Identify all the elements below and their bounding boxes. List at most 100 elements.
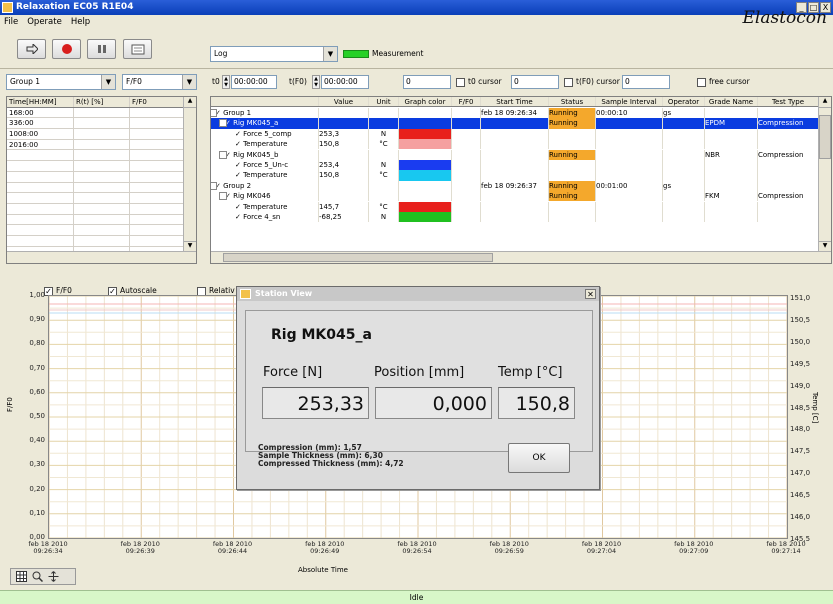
chevron-down-icon[interactable]: ▼ <box>323 47 337 61</box>
t0-cursor-input[interactable]: 0 <box>511 75 559 89</box>
tree-row[interactable]: ✓ Temperature 150,8 °C <box>211 139 819 150</box>
pause-button[interactable] <box>87 39 116 59</box>
column-header[interactable]: Unit <box>369 97 399 107</box>
x-tick-label: feb 18 2010 09:27:14 <box>761 541 811 555</box>
horizontal-scrollbar[interactable] <box>211 251 831 263</box>
x-tick-label: feb 18 2010 09:26:44 <box>208 541 258 555</box>
rig-name: Rig MK045_a <box>271 327 372 343</box>
ok-button[interactable]: OK <box>508 443 570 473</box>
tree-row[interactable]: ✓ Group 2 feb 18 09:26:37 Running 00:01:00 g… <box>211 180 819 192</box>
pan-icon[interactable] <box>48 571 59 582</box>
vertical-scrollbar[interactable]: ▲ ▼ <box>183 97 196 252</box>
unit-cell <box>369 191 399 202</box>
tree-expander-icon[interactable] <box>211 181 217 190</box>
dialog-close-button[interactable]: ✕ <box>585 289 596 299</box>
tree-expander-icon[interactable] <box>219 192 227 201</box>
t0-cursor-checkbox[interactable] <box>456 78 465 87</box>
table-row[interactable]: 336:00 <box>7 118 184 130</box>
table-row[interactable] <box>7 225 184 236</box>
chevron-down-icon[interactable]: ▼ <box>101 75 115 89</box>
tree-row[interactable]: ✓ Temperature 145,7 °C <box>211 201 819 212</box>
tree-expander-icon[interactable] <box>219 150 227 159</box>
column-header[interactable]: Start Time <box>481 97 549 107</box>
tree-expander-icon[interactable] <box>219 119 227 128</box>
column-header[interactable]: Test Type <box>758 97 819 107</box>
scroll-thumb[interactable] <box>223 253 493 262</box>
ratio-select[interactable]: F/F0 ▼ <box>122 74 197 90</box>
table-row[interactable]: 1008:00 <box>7 129 184 140</box>
scroll-thumb[interactable] <box>819 115 831 159</box>
x-axis-label: Absolute Time <box>298 566 348 574</box>
table-row[interactable]: 168:00 <box>7 107 184 119</box>
menu-help[interactable]: Help <box>71 15 90 29</box>
tf0-cursor-checkbox[interactable] <box>564 78 573 87</box>
test-type-cell <box>758 180 819 192</box>
grid-icon[interactable] <box>16 571 27 582</box>
table-row[interactable] <box>7 214 184 226</box>
table-row[interactable] <box>7 150 184 162</box>
column-header[interactable]: R(t) [%] <box>74 97 130 107</box>
column-header[interactable]: Graph color <box>399 97 452 107</box>
arrow-button[interactable] <box>17 39 46 59</box>
sample-interval-cell <box>596 212 663 223</box>
tree-row[interactable]: ✓ Force 5_comp 253,3 N <box>211 128 819 140</box>
tree-row[interactable]: ✓ Rig MK045_a Running EPDM Compression <box>211 118 819 129</box>
tree-label: ✓ Group 1 <box>211 108 319 119</box>
tf0-input[interactable]: 00:00:00 <box>321 75 369 89</box>
tree-label: ✓ Rig MK045_a <box>211 118 319 129</box>
vertical-scrollbar[interactable]: ▲ ▼ <box>818 97 831 252</box>
record-button[interactable] <box>52 39 81 59</box>
t0-spinner[interactable]: ▲ ▼ <box>222 75 230 89</box>
value-input[interactable]: 0 <box>403 75 451 89</box>
table-row[interactable]: 2016:00 <box>7 139 184 151</box>
zoom-icon[interactable] <box>32 571 43 582</box>
tree-row[interactable]: ✓ Rig MK046 Running FKM Compression <box>211 191 819 202</box>
table-row[interactable] <box>7 171 184 183</box>
free-cursor-checkbox[interactable] <box>697 78 706 87</box>
menu-file[interactable]: File <box>4 15 18 29</box>
column-header[interactable] <box>211 97 319 107</box>
chevron-down-icon[interactable]: ▼ <box>182 75 196 89</box>
pause-icon <box>97 45 106 53</box>
operator-cell <box>663 160 705 171</box>
table-row[interactable] <box>7 203 184 215</box>
table-row[interactable] <box>7 193 184 204</box>
free-cursor-label: free cursor <box>709 77 750 86</box>
table-row[interactable] <box>7 235 184 247</box>
horizontal-scrollbar[interactable] <box>7 251 196 263</box>
tree-row[interactable]: ✓ Temperature 150,8 °C <box>211 170 819 181</box>
tree-row[interactable]: ✓ Group 1 feb 18 09:26:34 Running 00:00:10 g… <box>211 108 819 119</box>
scroll-up-icon[interactable]: ▲ <box>184 97 196 108</box>
column-header[interactable]: Value <box>319 97 369 107</box>
tree-row[interactable]: ✓ Force 4_sn -68,25 N <box>211 212 819 223</box>
dialog-title-bar[interactable]: Station View <box>237 287 599 301</box>
grade-name-cell <box>705 212 758 223</box>
tree-expander-icon[interactable] <box>211 109 217 117</box>
export-button[interactable] <box>123 39 152 59</box>
table-row[interactable] <box>7 182 184 194</box>
column-header[interactable]: Status <box>549 97 596 107</box>
test-type-cell <box>758 160 819 171</box>
t0-input[interactable]: 00:00:00 <box>231 75 277 89</box>
tf0-spinner[interactable]: ▲ ▼ <box>312 75 320 89</box>
scroll-up-icon[interactable]: ▲ <box>819 97 831 108</box>
value-cell: 145,7 <box>319 201 369 212</box>
column-header[interactable]: F/F0 <box>130 97 184 107</box>
table-row[interactable] <box>7 161 184 172</box>
tree-row[interactable]: ✓ Rig MK045_b Running NBR Compression <box>211 149 819 160</box>
table-cell <box>130 225 184 235</box>
column-header[interactable]: F/F0 <box>452 97 481 107</box>
column-header[interactable]: Time[HH:MM] <box>7 97 74 107</box>
group-select[interactable]: Group 1 ▼ <box>6 74 116 90</box>
column-header[interactable]: Operator <box>663 97 705 107</box>
column-header[interactable]: Grade Name <box>705 97 758 107</box>
unit-cell <box>369 149 399 160</box>
column-header[interactable]: Sample Interval <box>596 97 663 107</box>
tf0-cursor-input[interactable]: 0 <box>622 75 670 89</box>
grade-name-cell <box>705 201 758 212</box>
x-tick-label: feb 18 2010 09:26:49 <box>300 541 350 555</box>
menu-operate[interactable]: Operate <box>27 15 62 29</box>
graph-color-swatch <box>399 149 452 160</box>
log-select[interactable]: Log ▼ <box>210 46 338 62</box>
tree-row[interactable]: ✓ Force 5_Un-c 253,4 N <box>211 160 819 171</box>
